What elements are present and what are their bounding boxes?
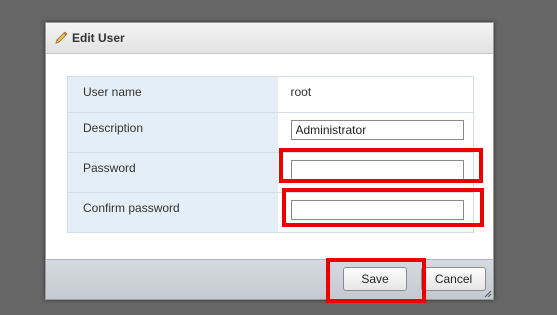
pencil-icon <box>55 31 68 44</box>
password-input[interactable] <box>290 160 464 180</box>
confirm-password-label: Confirm password <box>67 192 278 233</box>
username-value: root <box>290 85 312 99</box>
confirm-password-input[interactable] <box>290 200 464 220</box>
password-value-cell <box>277 152 474 193</box>
dialog-footer: Save Cancel <box>46 259 493 299</box>
cancel-button[interactable]: Cancel <box>421 267 486 291</box>
description-value-cell <box>277 112 474 153</box>
edit-user-dialog: Edit User User name root Description Pas… <box>45 22 494 300</box>
description-input[interactable] <box>290 120 464 140</box>
save-button[interactable]: Save <box>343 267 407 291</box>
form-row-confirm-password: Confirm password <box>67 192 474 233</box>
confirm-password-value-cell <box>277 192 474 233</box>
form-row-username: User name root <box>67 76 474 113</box>
form-row-description: Description <box>67 112 474 153</box>
resize-grip-icon[interactable] <box>484 290 492 298</box>
username-label: User name <box>67 76 278 113</box>
password-label: Password <box>67 152 278 193</box>
dialog-titlebar[interactable]: Edit User <box>46 23 493 54</box>
dialog-title: Edit User <box>72 31 125 45</box>
description-label: Description <box>67 112 278 153</box>
form-row-password: Password <box>67 152 474 193</box>
user-form-table: User name root Description Password Conf… <box>67 76 474 233</box>
username-value-cell: root <box>277 76 474 113</box>
